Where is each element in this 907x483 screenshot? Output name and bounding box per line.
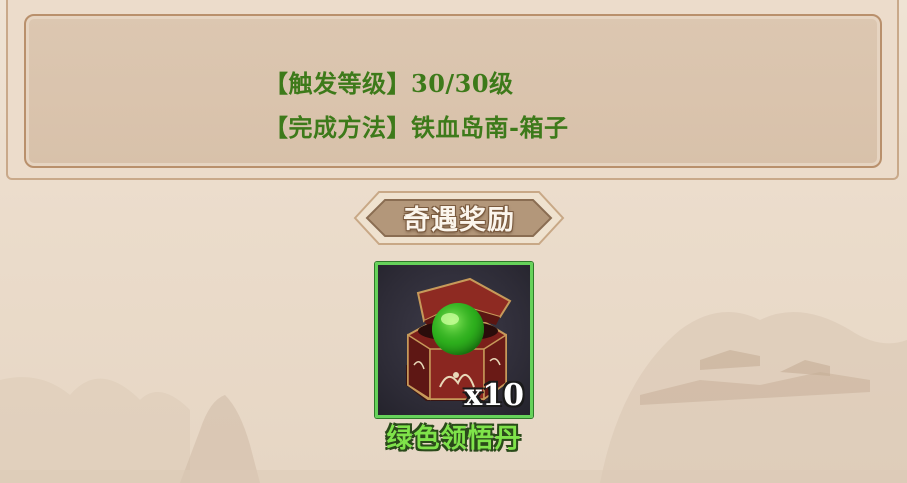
reward-section-title: 奇遇奖励 [403,205,515,236]
reward-item-slot[interactable]: x10 [375,262,533,418]
trigger-level-text: 【触发等级】30/30级 [264,69,514,98]
item-quantity: x10 [464,378,524,413]
item-name: 绿色领悟丹 [386,424,522,454]
completion-method-text: 【完成方法】铁血岛南-箱子 [264,113,569,142]
